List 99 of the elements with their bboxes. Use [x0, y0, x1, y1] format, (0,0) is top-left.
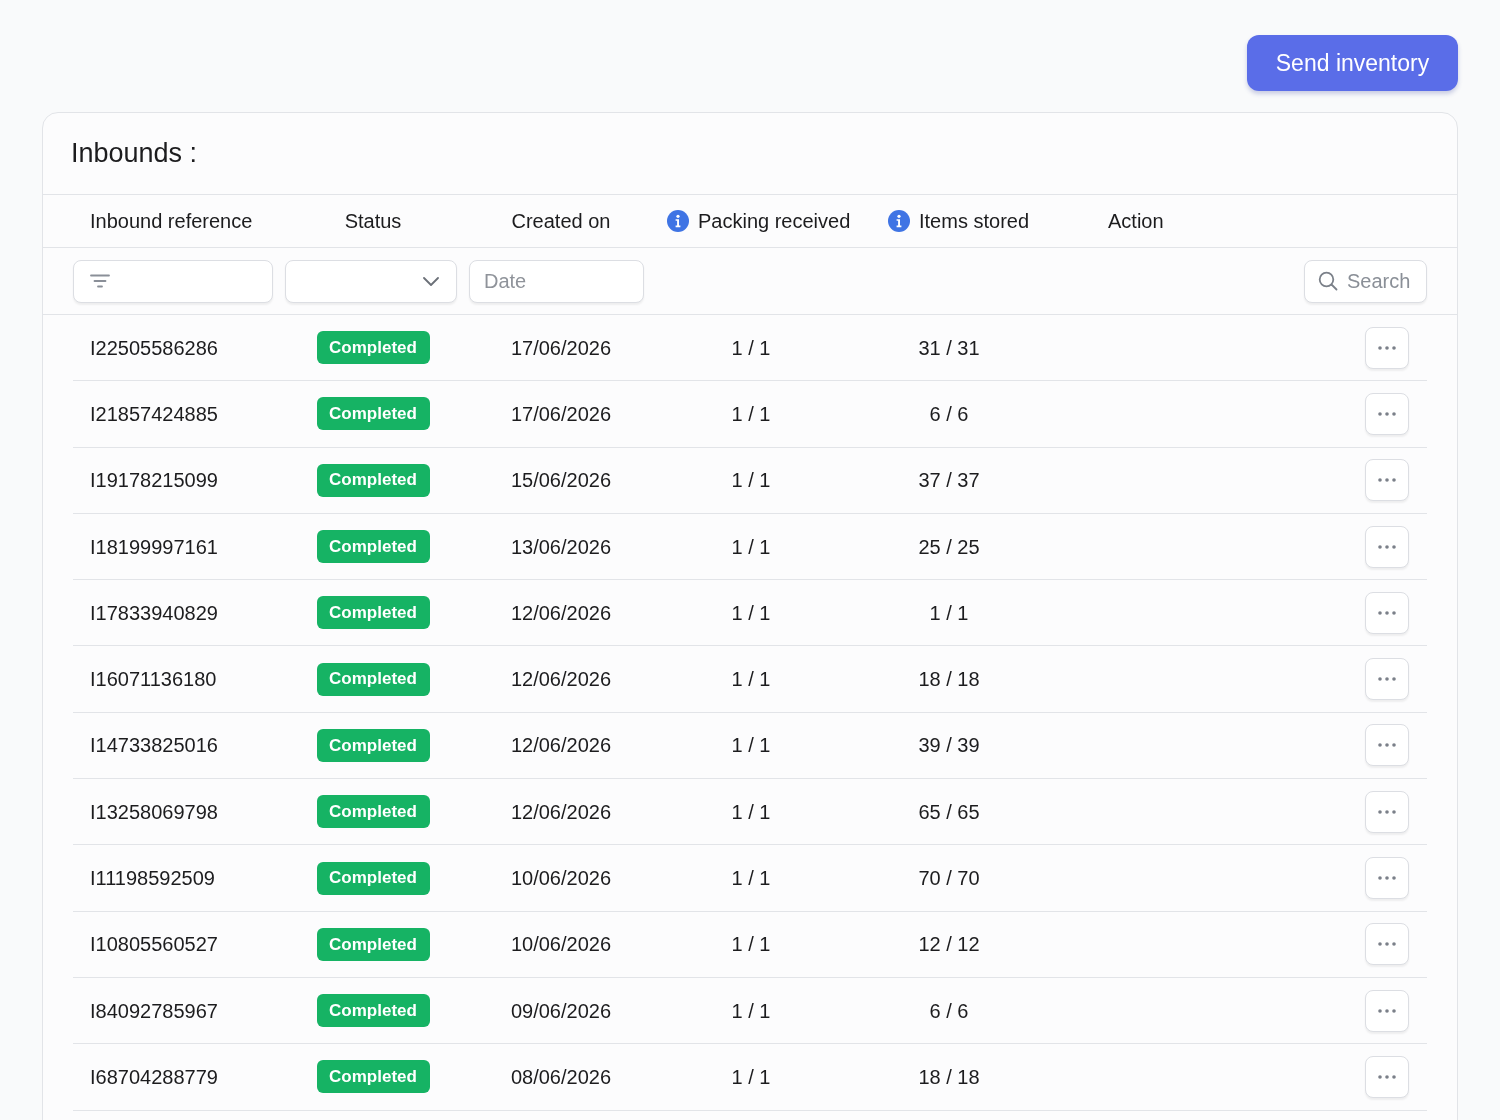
- more-icon: [1378, 544, 1396, 549]
- more-icon: [1378, 942, 1396, 947]
- column-header: Status: [344, 209, 402, 234]
- packing-cell-text: 1 / 1: [731, 1064, 771, 1090]
- more-actions-button[interactable]: [1365, 591, 1409, 634]
- packing-cell-text: 1 / 1: [731, 667, 771, 693]
- status-badge: Completed: [316, 463, 430, 497]
- items-cell-text: 25 / 25: [918, 534, 980, 560]
- date-cell-text: 17/06/2026: [510, 401, 612, 427]
- items-cell-text: 1 / 1: [929, 600, 969, 626]
- more-actions-button[interactable]: [1365, 923, 1409, 966]
- date-cell-text: 12/06/2026: [510, 600, 612, 626]
- status-badge: Completed: [316, 331, 430, 365]
- more-actions-button[interactable]: [1365, 724, 1409, 767]
- reference-cell: I21857424885: [90, 402, 218, 425]
- more-icon: [1378, 1008, 1396, 1013]
- reference-cell: I68704288779: [90, 1065, 218, 1088]
- search-field[interactable]: Search: [1304, 259, 1427, 303]
- search-icon: [1318, 270, 1338, 291]
- date-cell-text: 15/06/2026: [510, 468, 612, 494]
- packing-cell-text: 1 / 1: [731, 401, 771, 427]
- reference-cell: I19178215099: [90, 469, 218, 492]
- packing-cell-text: 1 / 1: [731, 799, 771, 825]
- items-cell-text: 39 / 39: [918, 733, 980, 759]
- items-cell-text: 18 / 18: [918, 1064, 980, 1090]
- column-header: Created on: [511, 209, 611, 234]
- date-cell-text: 10/06/2026: [510, 866, 612, 891]
- column-header: Packing received: [698, 209, 851, 234]
- items-cell-text: 70 / 70: [918, 866, 980, 891]
- items-cell-text: 6 / 6: [929, 998, 969, 1024]
- date-cell-text: 12/06/2026: [510, 733, 612, 759]
- packing-cell-text: 1 / 1: [731, 335, 771, 361]
- packing-cell-text: 1 / 1: [731, 998, 771, 1024]
- date-cell-text: 13/06/2026: [510, 534, 612, 560]
- items-cell-text: 65 / 65: [918, 799, 980, 825]
- card-title: Inbounds :: [71, 140, 198, 167]
- date-cell-text: 12/06/2026: [510, 667, 612, 693]
- items-cell-text: 18 / 18: [918, 667, 980, 693]
- reference-cell: I14733825016: [90, 734, 218, 757]
- more-actions-button[interactable]: [1365, 857, 1409, 899]
- items-cell-text: 31 / 31: [918, 335, 980, 361]
- packing-cell-text: 1 / 1: [731, 866, 771, 891]
- packing-cell-text: 1 / 1: [731, 534, 771, 560]
- date-cell-text: 08/06/2026: [510, 1064, 612, 1090]
- more-icon: [1378, 809, 1396, 814]
- date-cell-text: 09/06/2026: [510, 998, 612, 1024]
- reference-cell: I22505586286: [90, 336, 218, 359]
- date-cell-text: 17/06/2026: [510, 335, 612, 361]
- more-icon: [1378, 411, 1396, 416]
- more-actions-button[interactable]: [1365, 658, 1409, 701]
- status-select[interactable]: [285, 259, 457, 303]
- packing-cell-text: 1 / 1: [731, 932, 771, 958]
- items-cell-text: 12 / 12: [918, 932, 980, 958]
- more-icon: [1378, 478, 1396, 483]
- send-inventory-button[interactable]: Send inventory: [1247, 35, 1458, 91]
- more-actions-button[interactable]: [1365, 1055, 1409, 1098]
- status-badge: Completed: [316, 861, 430, 895]
- status-badge: Completed: [316, 596, 430, 630]
- chevron-down-icon: [423, 276, 439, 286]
- items-cell-text: 37 / 37: [918, 468, 980, 494]
- more-actions-button[interactable]: [1365, 326, 1409, 369]
- more-icon: [1378, 610, 1396, 615]
- more-actions-button[interactable]: [1365, 790, 1409, 833]
- reference-cell: I84092785967: [90, 999, 218, 1022]
- more-icon: [1378, 876, 1396, 880]
- reference-cell: I16071136180: [90, 668, 217, 691]
- more-actions-button[interactable]: [1365, 525, 1409, 568]
- status-badge: Completed: [316, 795, 430, 829]
- packing-cell-text: 1 / 1: [731, 468, 771, 494]
- reference-cell: I10805560527: [90, 933, 218, 956]
- status-badge: Completed: [316, 728, 430, 762]
- column-header: Action: [1108, 209, 1164, 234]
- reference-cell: I17833940829: [90, 601, 218, 624]
- filter-input[interactable]: [73, 259, 273, 303]
- date-input[interactable]: Date: [469, 259, 644, 303]
- status-badge: Completed: [316, 927, 430, 961]
- more-actions-button[interactable]: [1365, 459, 1409, 502]
- more-actions-button[interactable]: [1365, 989, 1409, 1032]
- more-icon: [1378, 743, 1396, 748]
- packing-cell-text: 1 / 1: [731, 733, 771, 759]
- filter-icon: [90, 274, 110, 288]
- date-cell-text: 12/06/2026: [510, 799, 612, 825]
- status-badge: Completed: [316, 662, 430, 696]
- status-badge: Completed: [316, 1060, 430, 1094]
- date-cell-text: 10/06/2026: [510, 932, 612, 958]
- more-icon: [1378, 1074, 1396, 1079]
- items-cell-text: 6 / 6: [929, 401, 969, 427]
- status-badge: Completed: [316, 994, 430, 1028]
- column-header: Inbound reference: [90, 209, 253, 234]
- column-header: Items stored: [919, 209, 1030, 234]
- more-actions-button[interactable]: [1365, 392, 1409, 435]
- reference-cell: I18199997161: [90, 535, 218, 558]
- reference-cell: I11198592509: [90, 867, 215, 889]
- more-icon: [1378, 677, 1396, 682]
- status-badge: Completed: [316, 397, 430, 431]
- reference-cell: I13258069798: [90, 800, 218, 823]
- status-badge: Completed: [316, 530, 430, 564]
- more-icon: [1378, 345, 1396, 350]
- packing-cell-text: 1 / 1: [731, 600, 771, 626]
